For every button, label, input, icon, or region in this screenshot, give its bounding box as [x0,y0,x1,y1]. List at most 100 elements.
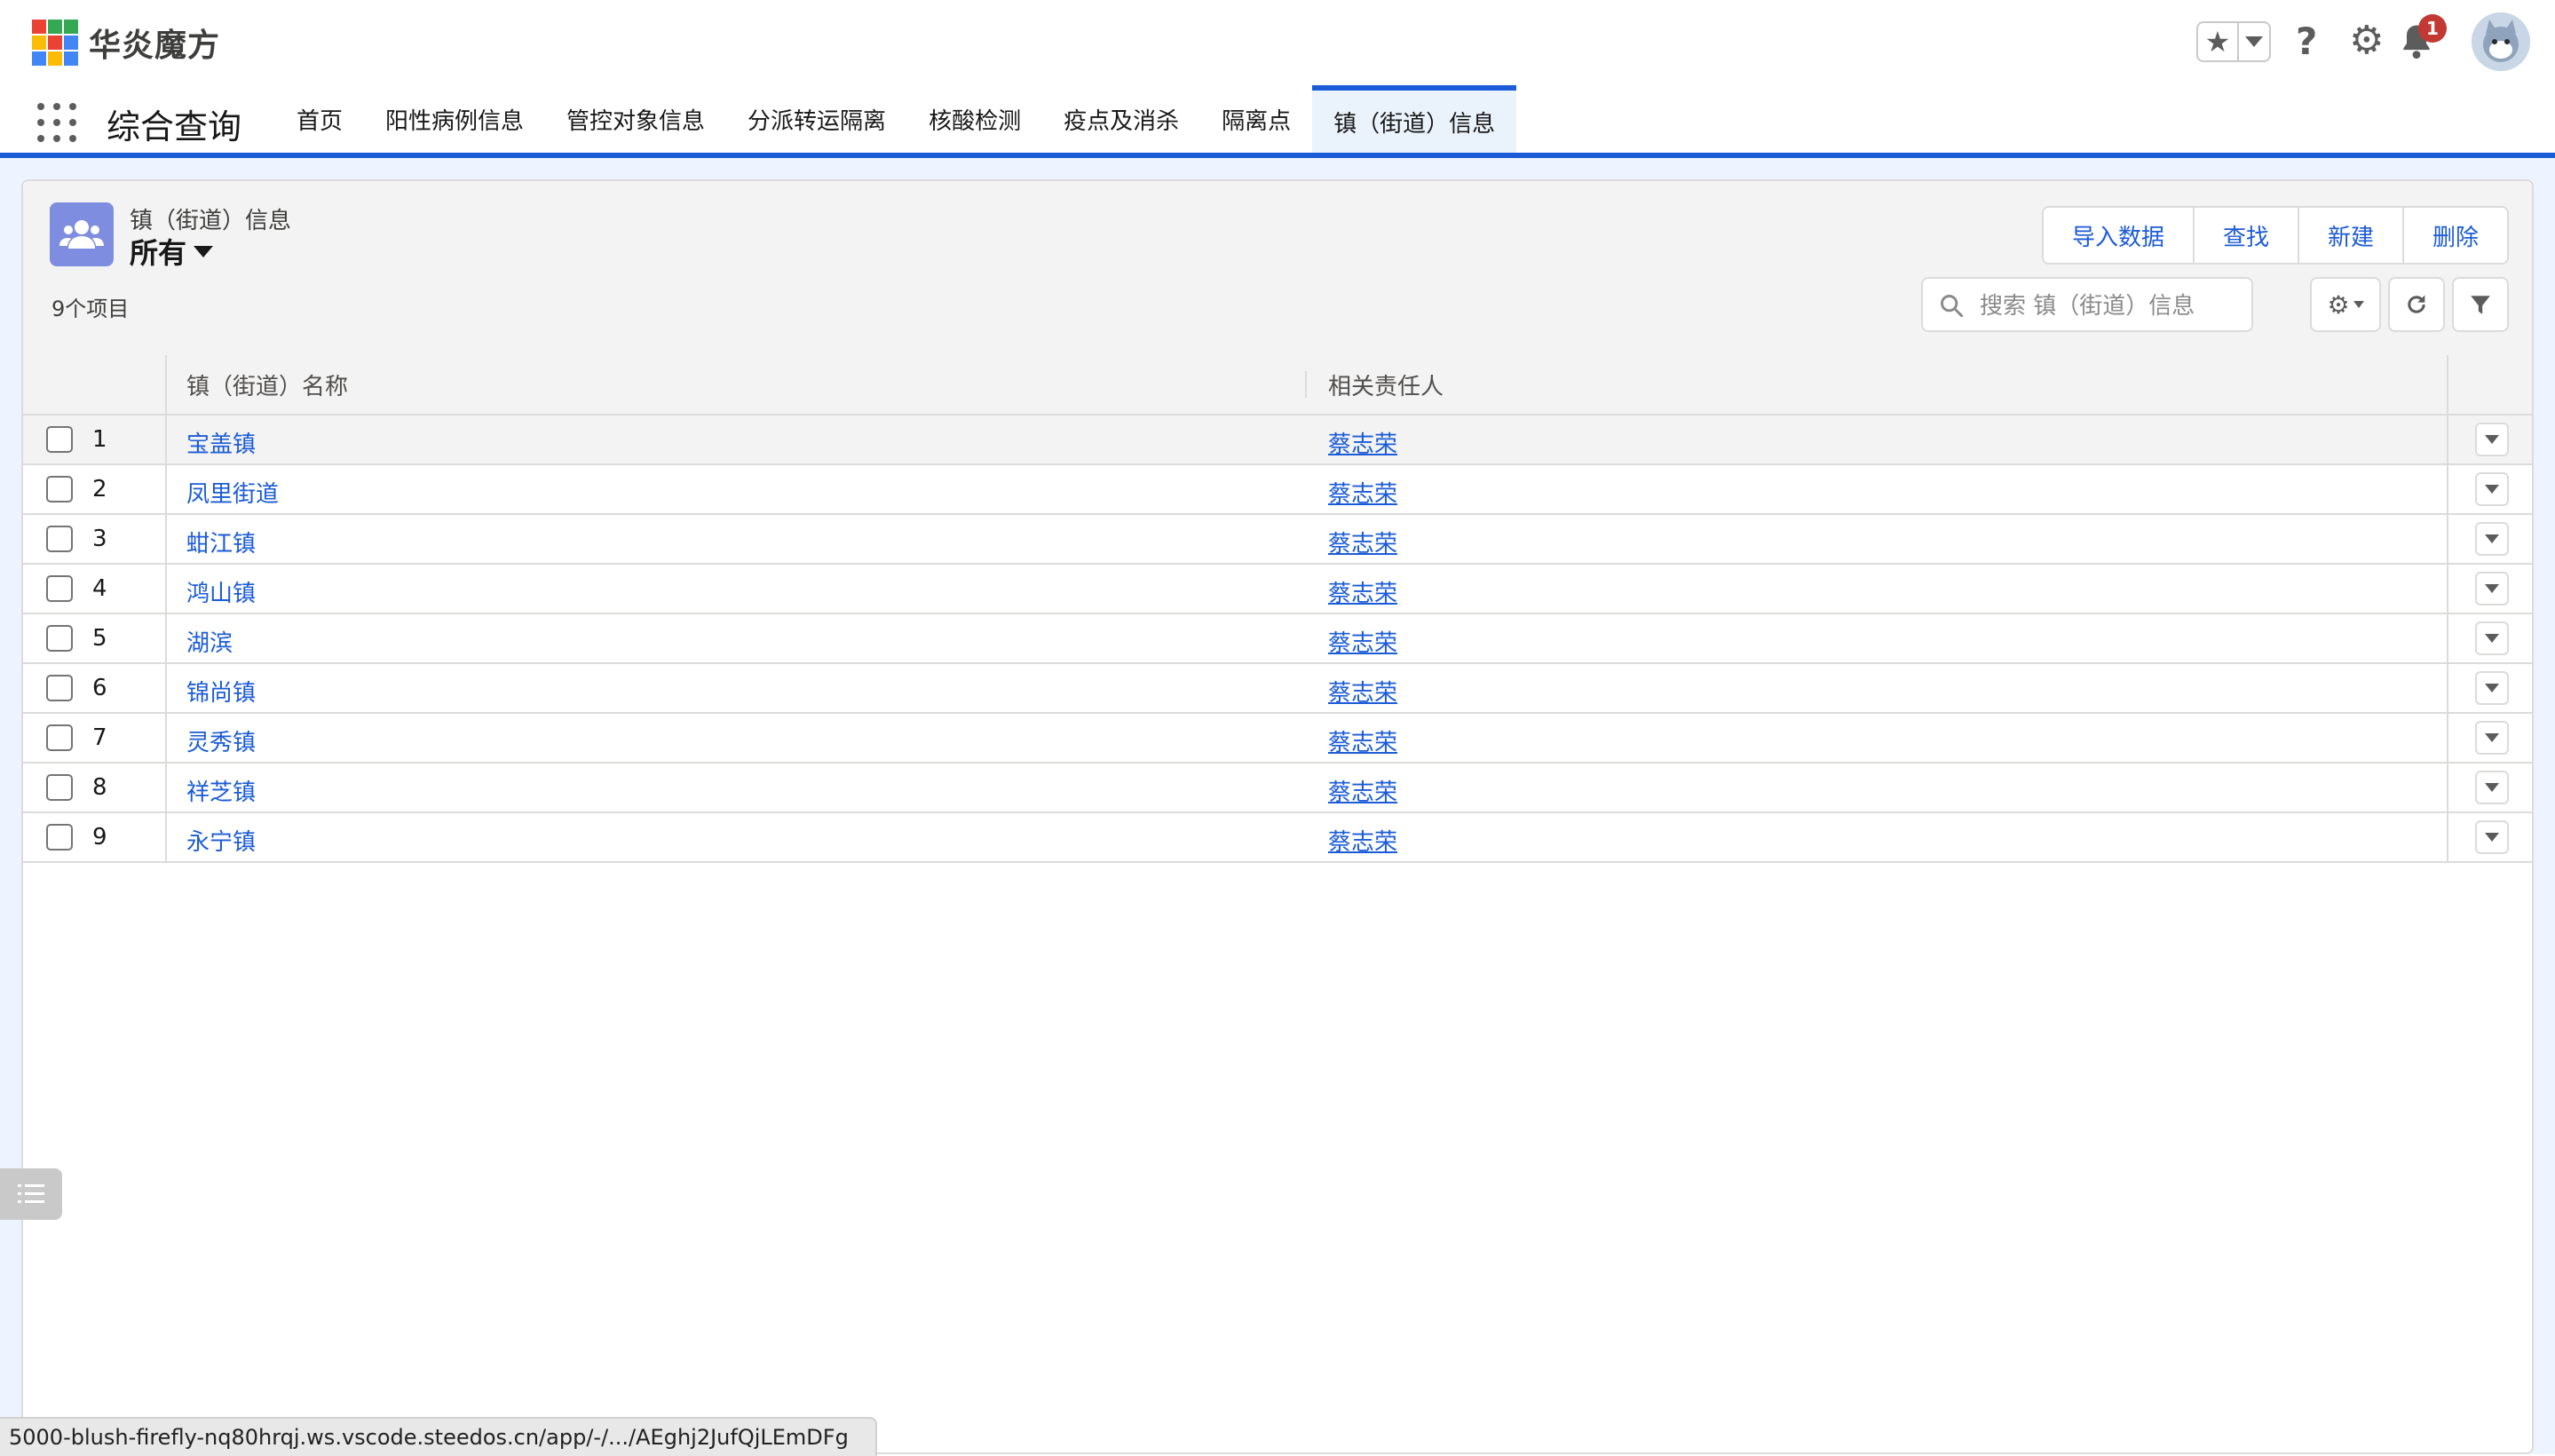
chevron-down-icon [2485,783,2499,792]
help-icon[interactable]: ? [2296,20,2317,63]
global-header: 华炎魔方 ★ ? ⚙ 1 [0,0,2555,85]
table-row[interactable]: 4 鸿山镇 蔡志荣 [23,565,2532,614]
chevron-down-icon [2485,684,2499,692]
row-checkbox[interactable] [46,724,73,751]
row-action-button[interactable] [2475,472,2509,506]
row-number: 1 [92,426,107,453]
table-row[interactable]: 6 锦尚镇 蔡志荣 [23,664,2532,714]
filter-button[interactable] [2452,277,2509,332]
chevron-down-icon [2245,36,2263,47]
table-row[interactable]: 1 宝盖镇 蔡志荣 [23,415,2532,465]
row-checkbox[interactable] [46,774,73,801]
list-settings-button[interactable]: ⚙ [2310,277,2381,332]
import-data-button[interactable]: 导入数据 [2044,208,2195,263]
owner-link[interactable]: 蔡志荣 [1328,774,1397,807]
app-launcher-icon[interactable] [37,103,76,142]
owner-link[interactable]: 蔡志荣 [1328,625,1397,658]
row-action-button[interactable] [2475,671,2509,705]
row-checkbox[interactable] [46,476,73,502]
row-action-button[interactable] [2475,522,2509,556]
tab-positive-cases[interactable]: 阳性病例信息 [364,85,545,153]
table-row[interactable]: 3 蚶江镇 蔡志荣 [23,515,2532,565]
notifications-button[interactable]: 1 [2397,14,2447,66]
status-bar-url: 5000-blush-firefly-nq80hrqj.ws.vscode.st… [0,1417,877,1456]
town-name-link[interactable]: 宝盖镇 [186,426,256,459]
tab-isolation-points[interactable]: 隔离点 [1200,85,1312,153]
row-action-button[interactable] [2475,771,2509,804]
app-name: 综合查询 [107,107,242,146]
row-action-button[interactable] [2475,721,2509,755]
tab-transfer-isolation[interactable]: 分派转运隔离 [726,85,907,153]
owner-link[interactable]: 蔡志荣 [1328,526,1397,558]
row-number: 8 [92,774,107,801]
users-icon [50,202,114,266]
owner-link[interactable]: 蔡志荣 [1328,675,1397,708]
row-number: 3 [92,526,107,552]
avatar[interactable] [2472,12,2530,71]
brand-logo-icon[interactable] [32,20,78,66]
tab-nucleic-test[interactable]: 核酸检测 [907,85,1042,153]
app-nav-bar: 综合查询 首页 阳性病例信息 管控对象信息 分派转运隔离 核酸检测 疫点及消杀 … [0,85,2555,158]
tab-controlled-persons[interactable]: 管控对象信息 [545,85,726,153]
delete-button[interactable]: 删除 [2404,208,2508,263]
table-row[interactable]: 2 凤里街道 蔡志荣 [23,465,2532,515]
town-name-link[interactable]: 蚶江镇 [186,526,256,558]
list-view-selector[interactable]: 所有 [130,231,214,272]
find-button[interactable]: 查找 [2195,208,2300,263]
table-header: 镇（街道）名称 相关责任人 [23,355,2532,415]
town-name-link[interactable]: 永宁镇 [186,824,256,857]
row-action-button[interactable] [2475,572,2509,605]
owner-link[interactable]: 蔡志荣 [1328,724,1397,757]
chevron-down-icon [2485,534,2499,543]
row-checkbox[interactable] [46,625,73,652]
search-input[interactable] [1978,288,2239,325]
favorites-dropdown[interactable] [2239,23,2269,60]
column-header-name[interactable]: 镇（街道）名称 [186,355,348,414]
owner-link[interactable]: 蔡志荣 [1328,476,1397,509]
filter-icon [2471,296,2490,314]
owner-link[interactable]: 蔡志荣 [1328,426,1397,459]
row-checkbox[interactable] [46,526,73,552]
nav-tabs: 首页 阳性病例信息 管控对象信息 分派转运隔离 核酸检测 疫点及消杀 隔离点 镇… [275,85,1517,153]
column-divider [2447,414,2448,861]
town-name-link[interactable]: 锦尚镇 [186,675,256,708]
list-icon [18,1184,44,1203]
town-name-link[interactable]: 凤里街道 [186,476,279,509]
page-background: 镇（街道）信息 所有 9个项目 导入数据 查找 新建 删除 ⚙ [0,158,2555,1454]
row-checkbox[interactable] [46,426,73,453]
chevron-down-icon [2485,435,2499,444]
row-action-button[interactable] [2475,423,2509,456]
owner-link[interactable]: 蔡志荣 [1328,824,1397,857]
town-name-link[interactable]: 鸿山镇 [186,575,256,608]
gear-icon[interactable]: ⚙ [2349,18,2384,63]
search-box[interactable] [1921,277,2253,332]
column-divider [165,414,167,861]
row-checkbox[interactable] [46,824,73,851]
column-header-owner[interactable]: 相关责任人 [1328,355,1444,414]
brand-name: 华炎魔方 [89,28,221,64]
item-count: 9个项目 [51,297,130,321]
row-checkbox[interactable] [46,575,73,602]
tab-home[interactable]: 首页 [275,85,364,153]
chevron-down-icon [2485,634,2499,643]
tab-town-info[interactable]: 镇（街道）信息 [1312,85,1517,153]
town-name-link[interactable]: 祥芝镇 [186,774,256,807]
gear-icon: ⚙ [2327,289,2350,320]
star-icon[interactable]: ★ [2198,23,2239,60]
row-action-button[interactable] [2475,820,2509,854]
row-action-button[interactable] [2475,621,2509,655]
town-name-link[interactable]: 灵秀镇 [186,724,256,757]
favorites-button[interactable]: ★ [2196,21,2271,62]
refresh-button[interactable] [2388,277,2445,332]
table-row[interactable]: 8 祥芝镇 蔡志荣 [23,764,2532,813]
row-checkbox[interactable] [46,675,73,701]
town-name-link[interactable]: 湖滨 [186,625,233,658]
new-button[interactable]: 新建 [2299,208,2405,263]
table-row[interactable]: 7 灵秀镇 蔡志荣 [23,714,2532,764]
table-row[interactable]: 5 湖滨 蔡志荣 [23,614,2532,664]
refresh-icon [2408,295,2425,313]
sidebar-toggle-button[interactable] [0,1168,62,1220]
tab-disinfection[interactable]: 疫点及消杀 [1042,85,1200,153]
owner-link[interactable]: 蔡志荣 [1328,575,1397,608]
table-row[interactable]: 9 永宁镇 蔡志荣 [23,813,2532,863]
